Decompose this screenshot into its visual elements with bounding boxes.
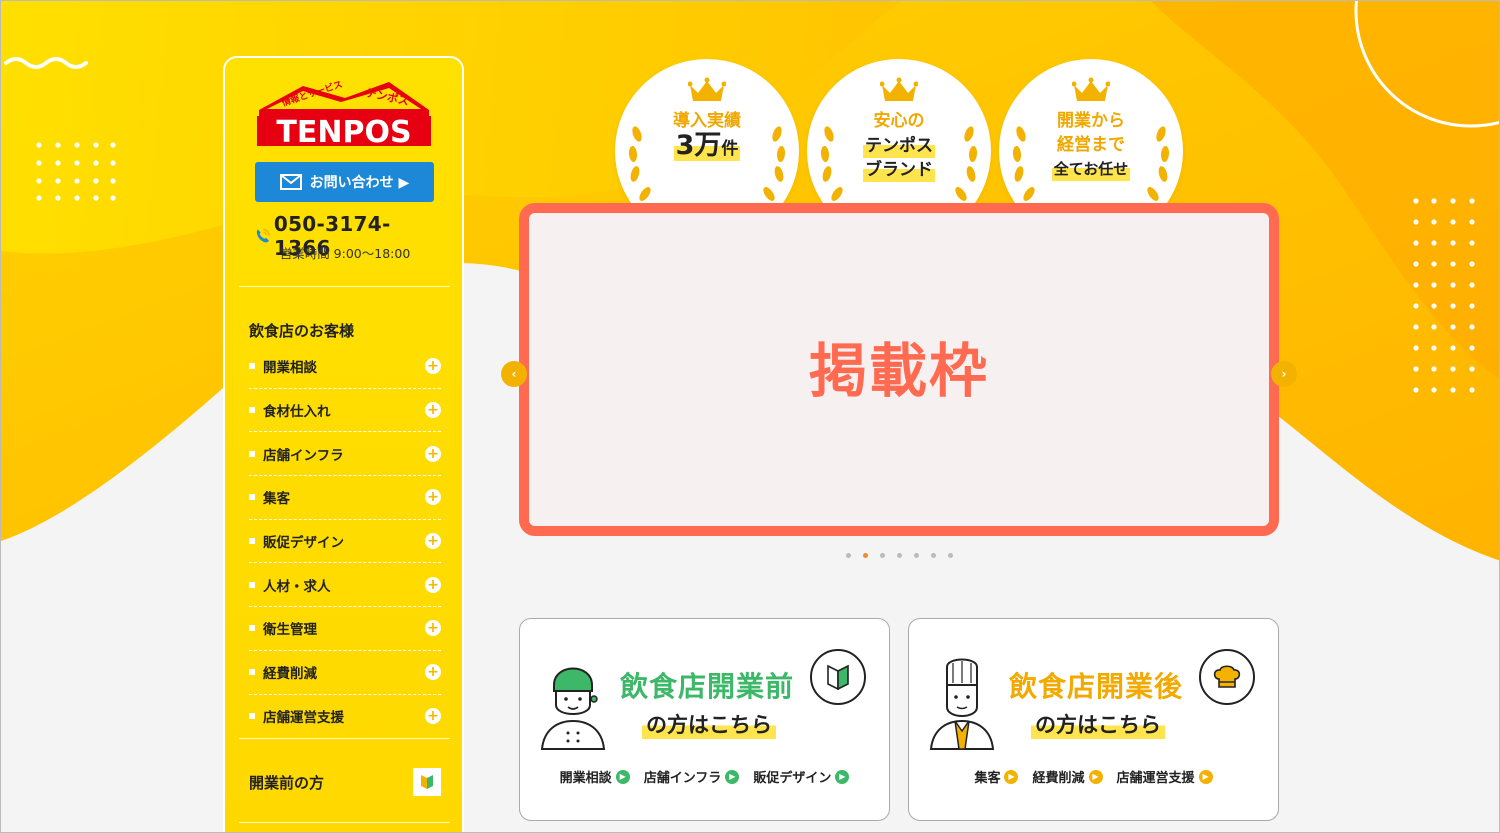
tenpos-logo[interactable]: 情報とサービス テンポス TENPOS	[253, 76, 435, 150]
contact-button[interactable]: お問い合わせ ▶	[255, 162, 434, 202]
card-before-opening[interactable]: 飲食店開業前 の方はこちら 開業相談 ▶ 店舗インフラ ▶ 販促デザイン ▶	[519, 618, 890, 821]
slider-next-button[interactable]: ›	[1271, 361, 1297, 387]
card-title: 飲食店開業前	[620, 670, 795, 703]
slider-dot-active[interactable]	[863, 553, 868, 558]
nav-label: 店舗運営支援	[249, 706, 344, 726]
section-title: 飲食店のお客様	[249, 322, 355, 340]
nav-label: 集客	[249, 487, 290, 507]
divider	[239, 286, 450, 287]
badge-unit: 件	[721, 139, 739, 159]
nav-label: 人材・求人	[249, 575, 331, 595]
crown-icon	[880, 77, 918, 101]
logo-graphic: 情報とサービス テンポス TENPOS	[257, 78, 431, 150]
nav-item-store-operation[interactable]: 店舗運営支援 +	[249, 695, 441, 739]
card-links: 集客 ▶ 経費削減 ▶ 店舗運営支援 ▶	[909, 767, 1278, 786]
badge-highlight: テンポス	[863, 134, 935, 158]
nav-label: 経費削減	[249, 662, 317, 682]
card-link-label: 店舗運営支援	[1116, 771, 1195, 786]
nav-item-hygiene[interactable]: 衛生管理 +	[249, 607, 441, 651]
pre-open-label: 開業前の方	[249, 773, 325, 792]
badge-line: 安心の	[873, 111, 925, 131]
page: 情報とサービス テンポス TENPOS お問い合わせ ▶ 050-3174-13…	[0, 0, 1500, 833]
arrow-right-icon: ▶	[615, 769, 630, 784]
card-after-opening[interactable]: 飲食店開業後 の方はこちら 集客 ▶ 経費削減 ▶ 店舗運営支援 ▶	[908, 618, 1279, 821]
crown-icon	[1072, 77, 1110, 101]
pre-open-link[interactable]: 開業前の方	[249, 768, 441, 796]
slider-dot[interactable]	[914, 553, 919, 558]
plus-icon[interactable]: +	[425, 489, 441, 506]
plus-icon[interactable]: +	[425, 533, 441, 550]
contact-label: お問い合わせ ▶	[309, 175, 410, 191]
card-link-label: 販促デザイン	[753, 771, 832, 786]
beginner-mark-icon	[413, 768, 441, 796]
nav-item-cost-reduction[interactable]: 経費削減 +	[249, 651, 441, 695]
mail-icon	[279, 174, 302, 190]
banner-slider[interactable]: 掲載枠	[519, 203, 1279, 536]
slider-dot[interactable]	[846, 553, 851, 558]
nav-list: 開業相談 + 食材仕入れ + 店舗インフラ + 集客 + 販促デザイン + 人材・求人 + …	[249, 345, 441, 738]
divider	[239, 822, 450, 823]
plus-icon[interactable]: +	[425, 445, 441, 462]
nav-label: 開業相談	[249, 356, 317, 376]
chef-hat-icon	[1199, 649, 1255, 705]
card-link-label: 開業相談	[559, 771, 612, 786]
card-subtitle: の方はこちら	[642, 709, 776, 739]
nav-label: 衛生管理	[249, 618, 317, 638]
plus-icon[interactable]: +	[425, 358, 441, 375]
staff-illustration-icon	[540, 667, 606, 750]
badge-line: 開業から	[1057, 111, 1125, 131]
slider-placeholder-text: 掲載枠	[808, 336, 989, 405]
slider-dot[interactable]	[880, 553, 885, 558]
arrow-right-icon: ▶	[1088, 769, 1103, 784]
plus-icon[interactable]: +	[425, 576, 441, 593]
crown-icon	[688, 77, 726, 101]
card-link-label: 店舗インフラ	[643, 771, 722, 786]
divider	[239, 738, 450, 739]
arrow-right-icon: ▶	[725, 769, 740, 784]
card-subtitle: の方はこちら	[1031, 709, 1165, 739]
card-links: 開業相談 ▶ 店舗インフラ ▶ 販促デザイン ▶	[520, 767, 889, 786]
sidebar: 情報とサービス テンポス TENPOS お問い合わせ ▶ 050-3174-13…	[223, 56, 464, 832]
nav-item-promo-design[interactable]: 販促デザイン +	[249, 520, 441, 564]
nav-item-opening-consultation[interactable]: 開業相談 +	[249, 345, 441, 389]
badge-highlight: ブランド	[863, 158, 935, 182]
business-hours: 営業時間 9:00～18:00	[279, 246, 411, 261]
slider-dot[interactable]	[897, 553, 902, 558]
nav-item-customer-attraction[interactable]: 集客 +	[249, 476, 441, 520]
badge-highlight: 3万件	[673, 132, 741, 161]
nav-item-store-infra[interactable]: 店舗インフラ +	[249, 432, 441, 477]
badge-highlight: 全てお任せ	[1051, 157, 1131, 181]
nav-label: 店舗インフラ	[249, 444, 344, 464]
nav-label: 販促デザイン	[249, 531, 344, 551]
plus-icon[interactable]: +	[425, 402, 441, 419]
card-link[interactable]: 店舗運営支援 ▶	[1117, 767, 1213, 786]
card-link[interactable]: 販促デザイン ▶	[753, 767, 850, 786]
slider-dot[interactable]	[948, 553, 953, 558]
slider-pagination	[846, 553, 953, 558]
card-link[interactable]: 店舗インフラ ▶	[644, 767, 740, 786]
nav-item-ingredients[interactable]: 食材仕入れ +	[249, 389, 441, 433]
nav-label: 食材仕入れ	[249, 400, 331, 420]
arrow-right-icon: ▶	[1004, 769, 1019, 784]
card-link-label: 集客	[974, 771, 1001, 786]
slider-prev-button[interactable]: ‹	[501, 361, 527, 387]
plus-icon[interactable]: +	[425, 708, 441, 725]
logo-main-text: TENPOS	[276, 115, 411, 150]
card-link[interactable]: 開業相談 ▶	[560, 767, 630, 786]
nav-item-recruiting[interactable]: 人材・求人 +	[249, 563, 441, 608]
card-link-label: 経費削減	[1032, 771, 1085, 786]
badge-number: 3万	[675, 130, 722, 161]
plus-icon[interactable]: +	[425, 620, 441, 637]
beginner-mark-icon	[810, 649, 866, 705]
slider-dot[interactable]	[931, 553, 936, 558]
arrow-right-icon: ▶	[1198, 769, 1213, 784]
arrow-right-icon: ▶	[835, 769, 850, 784]
card-link[interactable]: 集客 ▶	[974, 767, 1019, 786]
card-link[interactable]: 経費削減 ▶	[1032, 767, 1103, 786]
plus-icon[interactable]: +	[425, 664, 441, 681]
chef-illustration-icon	[929, 658, 995, 750]
badge-line: 経営まで	[1057, 135, 1125, 155]
card-title: 飲食店開業後	[1009, 670, 1184, 703]
